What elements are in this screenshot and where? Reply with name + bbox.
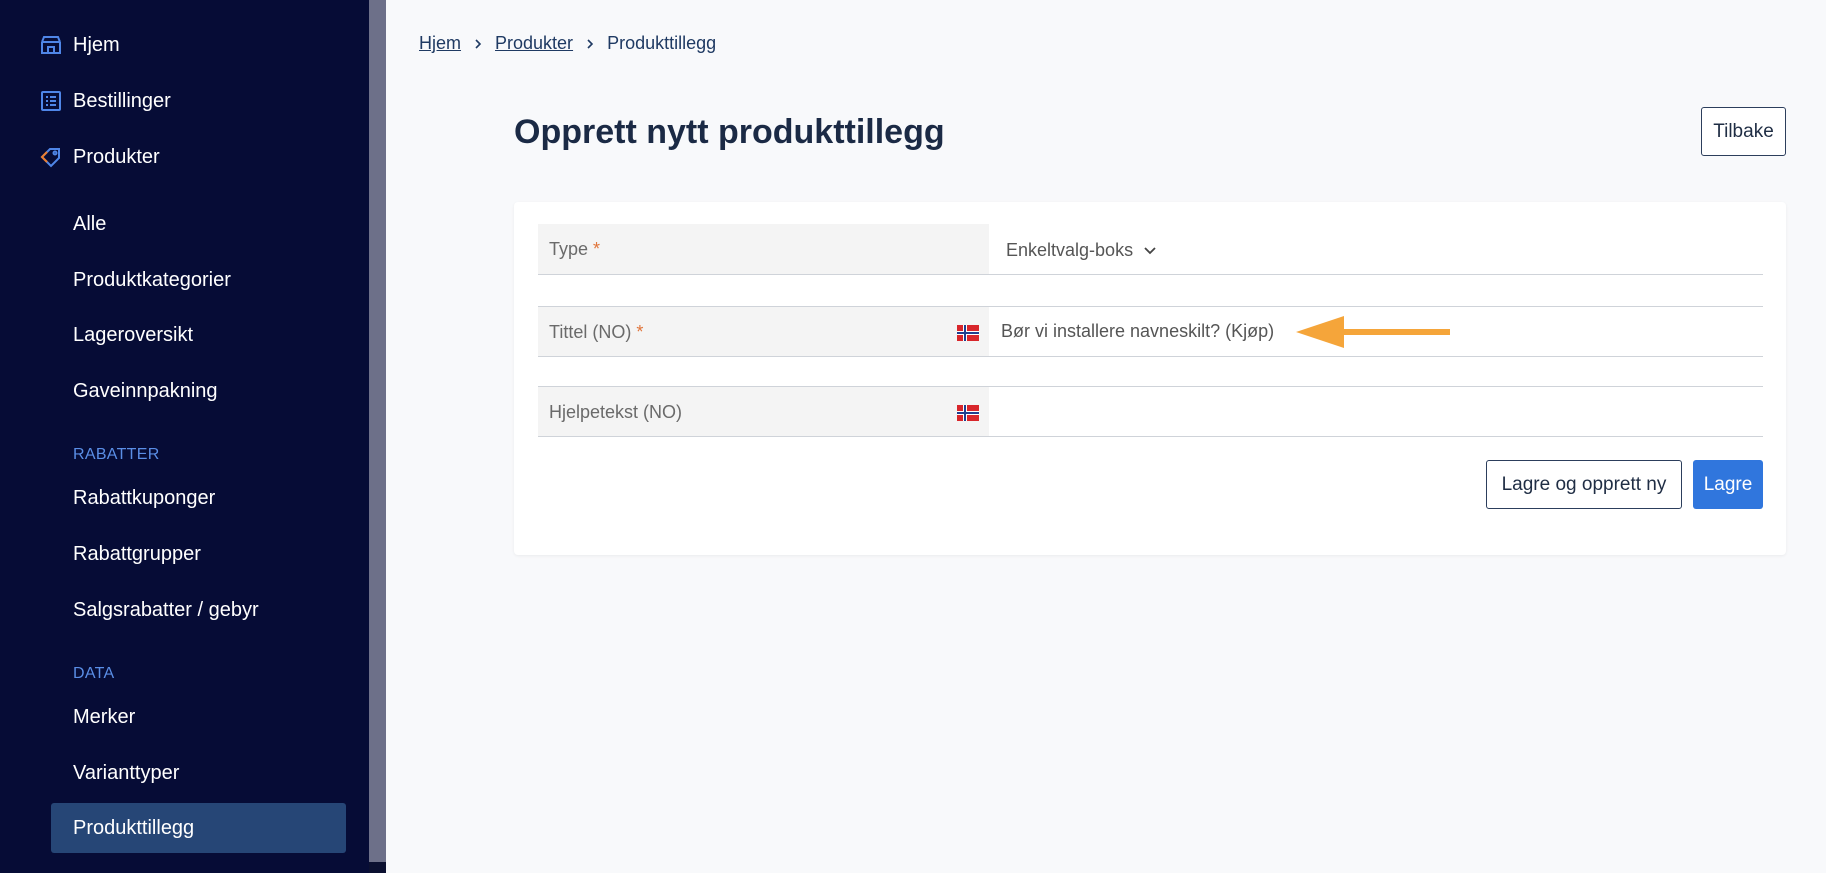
- norway-flag-icon: [957, 405, 979, 421]
- sidebar-item-label: Alle: [73, 213, 107, 235]
- sidebar-item-label: Bestillinger: [73, 90, 171, 112]
- sidebar-item-label: Varianttyper: [73, 762, 180, 784]
- sidebar-item-label: Rabattkuponger: [73, 487, 216, 509]
- type-select[interactable]: Enkeltvalg-boks: [989, 224, 1763, 274]
- sidebar-item-merker[interactable]: Merker: [51, 692, 346, 742]
- sidebar-item-produktkategorier[interactable]: Produktkategorier: [51, 255, 346, 305]
- title-input-value: Bør vi installere navneskilt? (Kjøp): [1001, 321, 1275, 341]
- sidebar-item-rabattkuponger[interactable]: Rabattkuponger: [51, 473, 346, 523]
- chevron-right-icon: [585, 38, 595, 50]
- field-label-help-text: Hjelpetekst (NO): [538, 387, 989, 436]
- form-row-help-text: Hjelpetekst (NO): [538, 386, 1763, 437]
- field-label-text: Tittel (NO): [549, 322, 632, 342]
- sidebar-item-produkttillegg[interactable]: Produkttillegg: [51, 803, 346, 853]
- sidebar-scrollbar-thumb[interactable]: [369, 0, 386, 862]
- sidebar-item-lageroversikt[interactable]: Lageroversikt: [51, 310, 346, 360]
- sidebar-item-label: Produkttillegg: [73, 817, 195, 839]
- annotation-arrow-icon: [1296, 316, 1450, 348]
- chevron-down-icon: [1144, 246, 1156, 254]
- required-marker: *: [593, 239, 601, 259]
- sidebar-item-label: Produkter: [73, 146, 160, 168]
- section-heading-data: DATA: [73, 665, 115, 682]
- tag-icon: [40, 148, 60, 168]
- sidebar-scrollbar[interactable]: [369, 0, 386, 873]
- sidebar-item-salgsrabatter[interactable]: Salgsrabatter / gebyr: [51, 585, 346, 635]
- breadcrumb-current: Produkttillegg: [607, 33, 717, 53]
- field-label-type: Type *: [538, 224, 989, 274]
- breadcrumb-link-produkter[interactable]: Produkter: [495, 33, 573, 54]
- orders-list-icon: [41, 91, 61, 111]
- required-marker: *: [636, 322, 644, 342]
- sidebar-item-label: Hjem: [73, 34, 120, 56]
- breadcrumb: Hjem Produkter Produkttillegg: [419, 33, 716, 54]
- save-and-create-new-button[interactable]: Lagre og opprett ny: [1486, 460, 1682, 509]
- page-title: Opprett nytt produkttillegg: [514, 113, 945, 151]
- sidebar-item-rabattgrupper[interactable]: Rabattgrupper: [51, 529, 346, 579]
- field-label-text: Type: [549, 239, 589, 259]
- sidebar-item-label: Lageroversikt: [73, 324, 194, 346]
- field-label-title: Tittel (NO) *: [538, 307, 989, 356]
- field-label-text: Hjelpetekst (NO): [549, 402, 683, 422]
- sidebar-item-label: Gaveinnpakning: [73, 380, 218, 402]
- sidebar-item-produkter[interactable]: Produkter: [0, 132, 369, 182]
- norway-flag-icon: [957, 325, 979, 341]
- sidebar-item-hjem[interactable]: Hjem: [0, 20, 369, 70]
- section-heading-rabatter: RABATTER: [73, 446, 160, 463]
- sidebar-item-alle[interactable]: Alle: [51, 199, 346, 249]
- sidebar: Hjem Bestillinger Produkter Alle Produkt…: [0, 0, 369, 873]
- sidebar-item-label: Merker: [73, 706, 136, 728]
- breadcrumb-link-hjem[interactable]: Hjem: [419, 33, 461, 54]
- form-row-title: Tittel (NO) * Bør vi installere navneski…: [538, 306, 1763, 357]
- store-icon: [41, 36, 61, 54]
- chevron-right-icon: [473, 38, 483, 50]
- type-select-value: Enkeltvalg-boks: [1006, 240, 1134, 260]
- save-button[interactable]: Lagre: [1693, 460, 1763, 509]
- back-button[interactable]: Tilbake: [1701, 107, 1786, 156]
- sidebar-item-label: Produktkategorier: [73, 269, 231, 291]
- sidebar-item-gaveinnpakning[interactable]: Gaveinnpakning: [51, 366, 346, 416]
- sidebar-item-varianttyper[interactable]: Varianttyper: [51, 748, 346, 798]
- sidebar-item-label: Salgsrabatter / gebyr: [73, 599, 259, 621]
- sidebar-item-bestillinger[interactable]: Bestillinger: [0, 76, 369, 126]
- sidebar-item-label: Rabattgrupper: [73, 543, 201, 565]
- help-text-input[interactable]: [989, 387, 1763, 436]
- form-row-type: Type * Enkeltvalg-boks: [538, 224, 1763, 275]
